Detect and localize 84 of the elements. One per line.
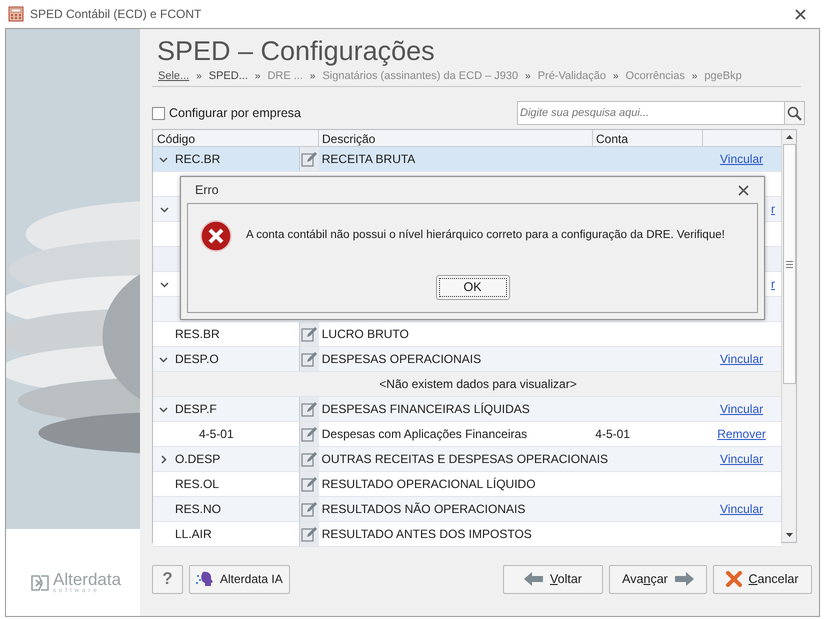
table-row[interactable]: LL.AIR RESULTADO ANTES DOS IMPOSTOS: [153, 522, 781, 547]
edit-icon[interactable]: [301, 326, 318, 342]
breadcrumb-separator: »: [525, 70, 531, 84]
table-cell-text: LL.AIR: [174, 526, 212, 543]
link[interactable]: Vincular: [720, 400, 764, 418]
close-icon: [794, 8, 806, 20]
column-header[interactable]: Conta: [593, 130, 703, 146]
search-box[interactable]: Digite sua pesquisa aqui...: [517, 101, 805, 125]
table-cell-text: 4-5-01: [198, 426, 234, 443]
edit-icon[interactable]: [301, 426, 318, 442]
link[interactable]: Vincular: [720, 450, 764, 468]
table-cell-text: RES.BR: [174, 326, 220, 343]
link[interactable]: r: [771, 200, 775, 218]
edit-icon[interactable]: [301, 526, 318, 542]
empty-message: <Não existem dados para visualizar>: [378, 376, 578, 393]
arrow-left-icon: [524, 572, 544, 586]
cancel-button[interactable]: Cancelar: [713, 564, 812, 594]
table-row[interactable]: RES.BR LUCRO BRUTO: [153, 322, 781, 347]
table-cell-text: RES.OL: [174, 476, 219, 493]
checkbox[interactable]: Configurar por empresa: [152, 104, 302, 122]
table-cell-text: DESP.F: [174, 401, 217, 418]
edit-icon[interactable]: [301, 501, 318, 517]
table-cell-text: O.DESP: [174, 451, 220, 468]
page-title: SPED – Configurações: [156, 35, 436, 67]
close-button[interactable]: [736, 183, 750, 197]
table-row[interactable]: DESP.O DESPESAS OPERACIONAIS Vincular: [153, 347, 781, 372]
breadcrumb-item[interactable]: Sele...: [158, 68, 190, 85]
ok-button[interactable]: OK: [436, 275, 510, 300]
edit-icon[interactable]: [301, 451, 318, 467]
table-cell-text: DESPESAS FINANCEIRAS LÍQUIDAS: [322, 401, 530, 418]
window-title: SPED Contábil (ECD) e FCONT: [30, 6, 202, 23]
breadcrumb-separator: »: [310, 70, 316, 84]
logo-text: Alterdata: [53, 571, 122, 588]
table-cell-text: RES.NO: [174, 501, 221, 518]
table-cell-text: LUCRO BRUTO: [322, 326, 409, 343]
link[interactable]: Vincular: [720, 150, 764, 168]
ai-button[interactable]: Alterdata IA: [189, 564, 290, 594]
table-cell-text: OUTRAS RECEITAS E DESPESAS OPERACIONAIS: [322, 451, 608, 468]
table-row[interactable]: DESP.F DESPESAS FINANCEIRAS LÍQUIDAS Vincular: [153, 397, 781, 422]
error-message: A conta contábil não possui o nível hierárquico correto para a configuração da DRE. Verifique!: [246, 228, 725, 243]
table-row[interactable]: 4-5-01 Despesas com Aplicações Financeiras 4-5-01 Remover: [153, 422, 781, 447]
breadcrumb-separator: »: [254, 70, 260, 84]
breadcrumb-item[interactable]: SPED...: [208, 68, 248, 85]
close-icon: [726, 571, 742, 587]
search-icon: [784, 102, 804, 124]
table-cell-text: REC.BR: [174, 151, 220, 168]
scrollbar[interactable]: [781, 130, 796, 542]
help-button[interactable]: ?: [152, 564, 183, 594]
column-header[interactable]: Descrição: [319, 130, 593, 146]
table-cell-text: 4-5-01: [595, 426, 630, 443]
logo-icon: [30, 574, 50, 592]
link[interactable]: r: [771, 275, 775, 293]
table-row[interactable]: REC.BR RECEITA BRUTA Vincular: [153, 147, 781, 172]
back-button[interactable]: Voltar: [503, 564, 603, 594]
table-cell-text: RESULTADO OPERACIONAL LÍQUIDO: [322, 476, 536, 493]
arrow-right-icon: [674, 572, 694, 586]
table-cell-text: RESULTADO ANTES DOS IMPOSTOS: [322, 526, 532, 543]
column-header[interactable]: Código: [153, 130, 319, 146]
head-icon: [196, 570, 214, 588]
next-button[interactable]: Avançar: [609, 564, 707, 594]
table-cell-text: Despesas com Aplicações Financeiras: [322, 426, 528, 443]
search-field[interactable]: Digite sua pesquisa aqui...: [518, 102, 784, 124]
table-cell-text: RECEITA BRUTA: [322, 151, 416, 168]
table-row[interactable]: RES.OL RESULTADO OPERACIONAL LÍQUIDO: [153, 472, 781, 497]
edit-icon[interactable]: [301, 476, 318, 492]
link[interactable]: Vincular: [720, 500, 764, 518]
edit-icon[interactable]: [301, 401, 318, 417]
dialog-title: Erro: [195, 182, 219, 199]
error-icon: [200, 220, 232, 252]
table-cell-text: RESULTADOS NÃO OPERACIONAIS: [322, 501, 526, 518]
table-row[interactable]: RES.NO RESULTADOS NÃO OPERACIONAIS Vincular: [153, 497, 781, 522]
edit-icon[interactable]: [301, 351, 318, 367]
breadcrumb-separator: »: [612, 70, 619, 84]
table-cell-text: DESP.O: [174, 351, 219, 368]
table-row[interactable]: O.DESP OUTRAS RECEITAS E DESPESAS OPERACIONAIS Vincular: [153, 447, 781, 472]
breadcrumb-separator: »: [692, 70, 698, 84]
close-icon: [738, 184, 748, 196]
link[interactable]: Vincular: [720, 350, 764, 368]
calculator-icon: [8, 6, 24, 22]
table-cell-text: DESPESAS OPERACIONAIS: [322, 351, 482, 368]
edit-icon[interactable]: [301, 151, 318, 167]
link[interactable]: Remover: [717, 425, 766, 443]
breadcrumb-separator: »: [196, 70, 202, 84]
expand-icon[interactable]: [158, 454, 169, 464]
